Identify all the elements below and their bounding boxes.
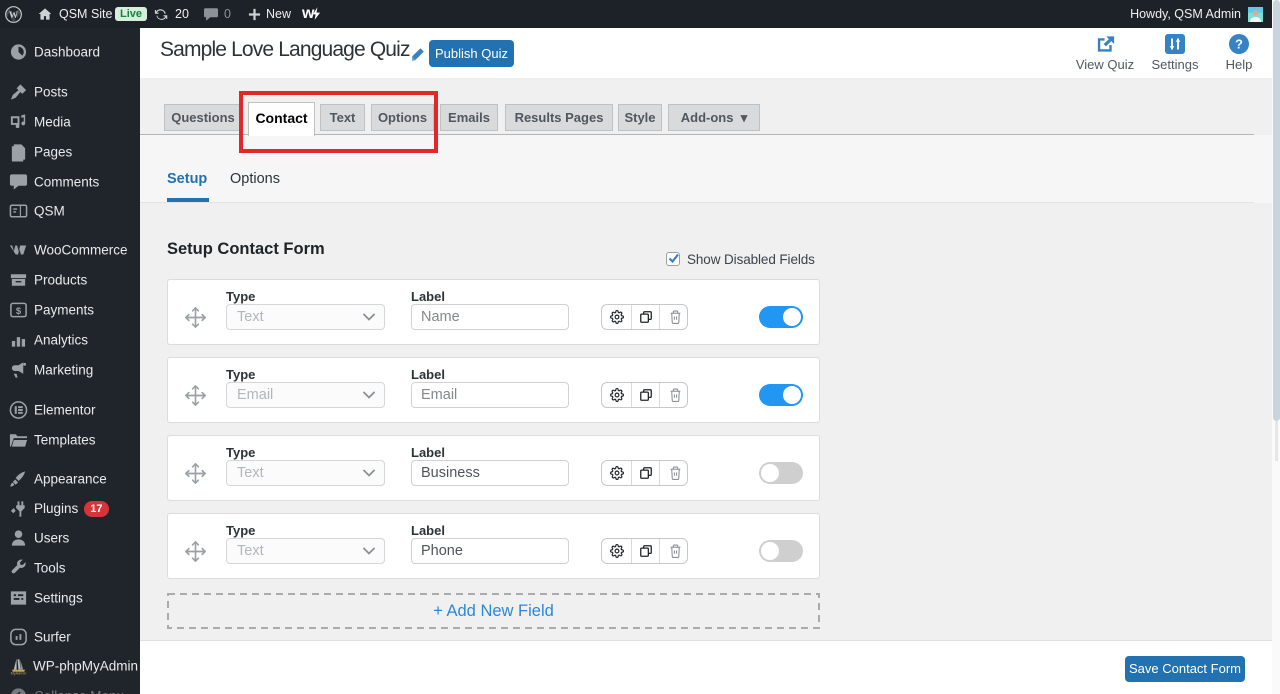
svg-text:?: ? xyxy=(1235,37,1243,52)
svg-text:$: $ xyxy=(16,306,22,317)
svg-text:W: W xyxy=(9,10,19,20)
svg-text:MyAdmin: MyAdmin xyxy=(11,672,27,676)
